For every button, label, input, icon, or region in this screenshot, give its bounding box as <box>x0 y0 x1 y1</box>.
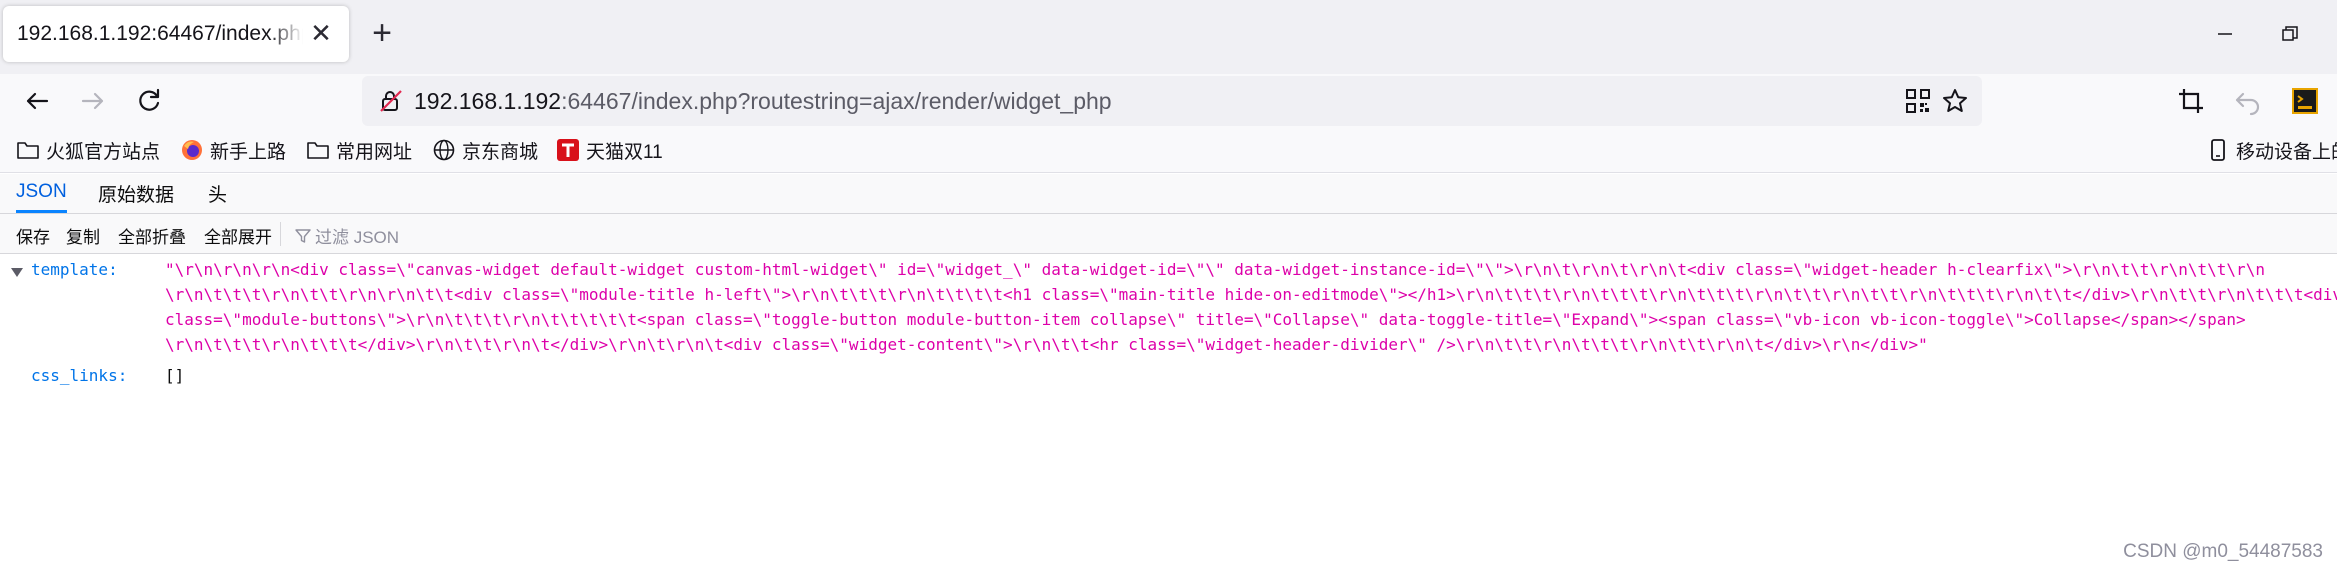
json-row-template[interactable]: template: "\r\n\r\n\r\n<div class=\"canv… <box>0 256 2337 358</box>
bookmark-label: 京东商城 <box>462 141 539 163</box>
bookmark-label: 新手上路 <box>210 141 287 163</box>
tab-title: 192.168.1.192:64467/index.php?routestrin… <box>17 22 303 45</box>
navigation-bar: 192.168.1.192:64467/index.php?routestrin… <box>0 74 2337 128</box>
folder-icon <box>16 138 40 162</box>
json-key: template: <box>31 260 118 279</box>
mobile-bookmarks[interactable]: 移动设备上的 <box>2206 136 2337 164</box>
bookmark-item[interactable]: 新手上路 <box>180 136 286 164</box>
save-button[interactable]: 保存 <box>16 223 50 248</box>
json-string-line: \r\n\t\t\t\r\n\t\t\r\n\r\n\t\t<div class… <box>165 285 2337 304</box>
filter-json-input[interactable]: 过滤 JSON <box>295 223 399 248</box>
mobile-bookmarks-label: 移动设备上的 <box>2236 141 2337 163</box>
url-text[interactable]: 192.168.1.192:64467/index.php?routestrin… <box>414 88 1112 115</box>
minimize-icon[interactable] <box>2205 14 2245 54</box>
screenshot-crop-icon[interactable] <box>2172 82 2210 120</box>
tab-json[interactable]: JSON <box>16 174 67 213</box>
toolbar-divider <box>280 222 281 246</box>
bookmarks-toolbar: 火狐官方站点 新手上路 常用网址 京东商城 天猫双11 移动设备上的 <box>0 128 2337 173</box>
address-bar[interactable]: 192.168.1.192:64467/index.php?routestrin… <box>362 76 1982 126</box>
insecure-lock-icon[interactable] <box>376 86 406 116</box>
expand-all-button[interactable]: 全部展开 <box>204 223 272 248</box>
json-row-css-links[interactable]: css_links: [] <box>0 364 2337 392</box>
browser-tab[interactable]: 192.168.1.192:64467/index.php?routestrin… <box>3 6 349 62</box>
tmall-icon <box>556 138 580 162</box>
json-string-line: "\r\n\r\n\r\n<div class=\"canvas-widget … <box>165 260 2265 279</box>
bookmark-label: 常用网址 <box>336 141 413 163</box>
json-array-value: [] <box>165 366 185 385</box>
tab-strip: 192.168.1.192:64467/index.php?routestrin… <box>0 0 2337 74</box>
firefox-icon <box>180 138 204 162</box>
bookmark-item[interactable]: 京东商城 <box>432 136 538 164</box>
json-toolbar: 保存 复制 全部折叠 全部展开 过滤 JSON <box>0 214 2337 254</box>
bookmark-item[interactable]: 火狐官方站点 <box>16 136 160 164</box>
copy-button[interactable]: 复制 <box>66 223 100 248</box>
bookmark-item[interactable]: 天猫双11 <box>556 136 663 164</box>
json-string-line: \r\n\t\t\t\r\n\t\t\t</div>\r\n\t\t\r\n\t… <box>165 335 1928 354</box>
ssh-extension-icon[interactable] <box>2286 82 2324 120</box>
folder-icon <box>306 138 330 162</box>
bookmark-label: 天猫双11 <box>586 141 663 163</box>
undo-icon[interactable] <box>2229 82 2267 120</box>
back-icon[interactable] <box>18 82 56 120</box>
bookmark-star-icon[interactable] <box>1940 86 1970 116</box>
json-viewer-tabs: JSON 原始数据 头 <box>0 174 2337 214</box>
url-path: :64467/index.php?routestring=ajax/render… <box>561 88 1112 114</box>
mobile-device-icon <box>2206 138 2230 162</box>
json-string-line: class=\"module-buttons\">\r\n\t\t\t\r\n\… <box>165 310 2246 329</box>
url-host: 192.168.1.192 <box>414 88 562 114</box>
globe-icon <box>432 138 456 162</box>
restore-icon[interactable] <box>2270 14 2310 54</box>
watermark: CSDN @m0_54487583 <box>2123 541 2323 562</box>
qr-code-icon[interactable] <box>1903 86 1933 116</box>
tab-raw-data[interactable]: 原始数据 <box>98 174 174 213</box>
json-key: css_links: <box>31 366 128 385</box>
forward-icon[interactable] <box>74 82 112 120</box>
bookmark-item[interactable]: 常用网址 <box>306 136 412 164</box>
new-tab-icon[interactable]: + <box>364 14 400 52</box>
tab-headers[interactable]: 头 <box>208 174 227 213</box>
bookmark-label: 火狐官方站点 <box>46 141 161 163</box>
reload-icon[interactable] <box>130 82 168 120</box>
collapse-all-button[interactable]: 全部折叠 <box>118 223 186 248</box>
filter-placeholder: 过滤 JSON <box>315 228 400 247</box>
filter-icon <box>295 228 311 243</box>
expand-toggle-icon[interactable] <box>11 268 23 277</box>
close-tab-icon[interactable]: ✕ <box>305 17 337 49</box>
